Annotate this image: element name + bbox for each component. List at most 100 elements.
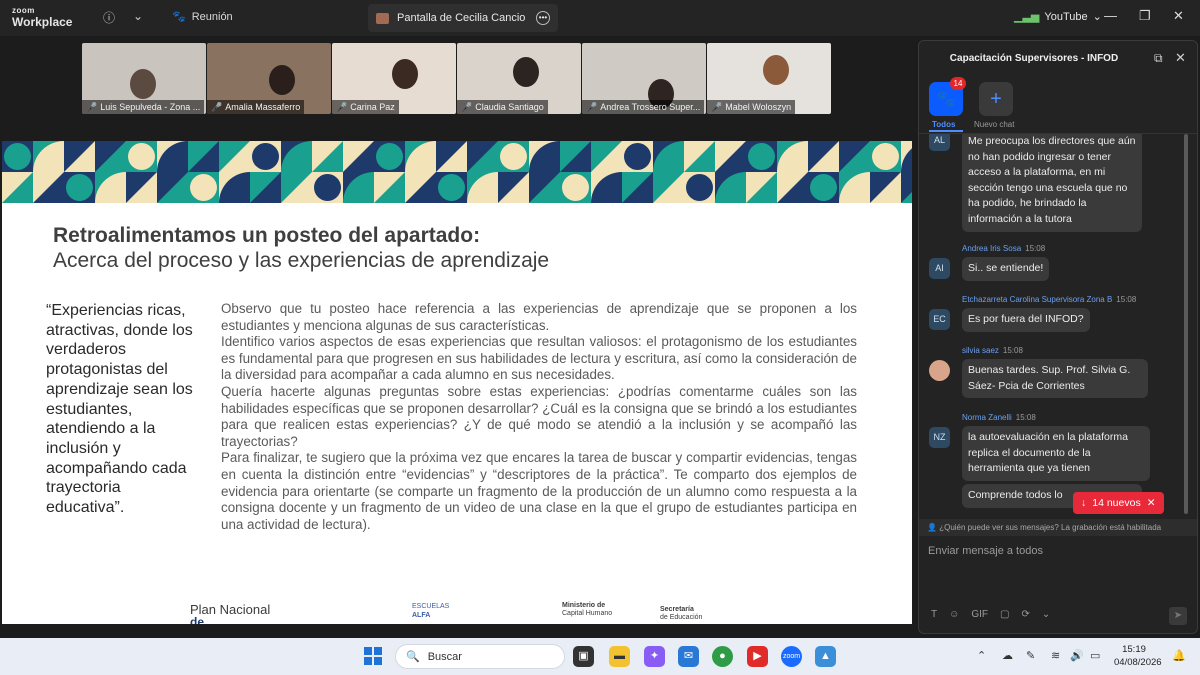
message-text: Es por fuera del INFOD? [962,308,1090,332]
copilot-icon[interactable]: ✦ [644,646,665,667]
share-label: Pantalla de Cecilia Cancio [397,12,526,24]
new-chat-label: Nuevo chat [974,120,1015,129]
more-options-icon[interactable]: ••• [536,11,550,25]
pen-icon[interactable]: ✎ [1026,649,1035,662]
slide-footer-logos: Plan Nacional de Alfabetización ESCUELAS… [190,599,790,624]
muted-mic-icon: 🎤 [336,102,348,112]
speaker-icon[interactable]: 🔊 [1070,649,1084,662]
slide-paragraph: Identifico varios aspectos de esas exper… [221,334,857,383]
title-bar: zoom Workplace ⓘ ⌄ 🐾 Reunión Pantalla de… [0,0,1200,36]
timestamp: 15:08 [1116,295,1137,304]
chevron-up-icon[interactable]: ⌃ [977,649,986,662]
slide-paragraph: Quería hacerte algunas preguntas sobre e… [221,383,857,449]
plus-icon: + [990,87,1002,110]
new-messages-button[interactable]: ↓ 14 nuevos ✕ [1073,492,1164,514]
restore-icon[interactable]: ❐ [1139,8,1151,24]
timestamp: 15:08 [1015,413,1036,422]
avatar: EC [929,309,950,330]
plan-nacional-logo: Plan Nacional de Alfabetización [190,602,271,624]
close-icon[interactable]: ✕ [1173,8,1184,24]
file-icon[interactable]: ▢ [1000,609,1009,620]
muted-mic-icon: 🎤 [586,102,598,112]
chevron-down-icon: ⌄ [1092,11,1102,23]
chat-scrollbar[interactable] [1184,134,1188,514]
cloud-icon[interactable]: ☁ [1002,649,1013,662]
system-clock[interactable]: 15:19 04/08/2026 [1114,643,1162,669]
participant-name: Carina Paz [350,102,395,112]
chat-panel: Capacitación Supervisores - INFOD ⧉ ✕ 🐾 … [918,40,1198,634]
screenshot-icon[interactable]: ⟳ [1021,609,1029,620]
format-text-icon[interactable]: T [931,609,937,620]
message-text: Si.. se entiende! [962,257,1050,281]
screen-share-tab[interactable]: Pantalla de Cecilia Cancio ••• [368,4,558,32]
arrow-down-icon: ↓ [1081,497,1087,509]
privacy-notice[interactable]: 👤 ¿Quién puede ver sus mensajes? La grab… [919,519,1197,536]
muted-mic-icon: 🎤 [461,102,473,112]
message-text: la autoevaluación en la plataforma repli… [962,426,1150,481]
chat-message-input[interactable] [928,545,1183,557]
slide-quote: “Experiencias ricas, atractivas, donde l… [46,302,193,517]
youtube-icon[interactable]: ▶ [747,646,768,667]
participants-strip: 🎤 Luis Sepulveda - Zona ... 🎤 Amalia Massa… [82,43,832,114]
participant-name: Mabel Woloszyn [725,102,792,112]
chrome-icon[interactable]: ● [712,646,733,667]
file-explorer-icon[interactable]: ▬ [609,646,630,667]
sender-name: Andrea Iris Sosa [962,244,1022,253]
battery-icon[interactable]: ▭ [1090,649,1100,662]
youtube-live-button[interactable]: ▁▃▅ YouTube ⌄ [1014,10,1102,24]
pop-out-icon[interactable]: ⧉ [1154,51,1163,66]
decorative-pattern-band [2,141,912,203]
participant-tile[interactable]: 🎤 Carina Paz [332,43,456,114]
escuelas-alfa-logo: ESCUELAS ALFA [412,603,450,619]
person-icon: 👤 [927,523,937,532]
muted-mic-icon: 🎤 [211,102,223,112]
participant-tile[interactable]: 🎤 Claudia Santiago [457,43,581,114]
new-chat-button[interactable]: + [979,82,1013,116]
secretaria-logo: Secretaría de Educación [660,606,703,621]
task-view-icon[interactable]: ▣ [573,646,594,667]
gif-icon[interactable]: GIF [971,609,988,620]
shared-slide: Retroalimentamos un posteo del apartado:… [2,141,912,624]
message-list[interactable]: AL Me preocupa los directores que aún no… [919,134,1191,519]
emoji-icon[interactable]: ☺ [949,609,959,620]
windows-start-icon[interactable] [364,647,382,665]
outlook-icon[interactable]: ✉ [678,646,699,667]
sender-name: silvia saez [962,346,999,355]
more-chevron-icon[interactable]: ⌄ [1042,609,1050,620]
search-label: Buscar [427,650,462,663]
wifi-icon[interactable]: ≋ [1051,649,1060,662]
minimize-icon[interactable]: — [1104,8,1117,23]
avatar [929,360,950,381]
avatar: AL [929,134,950,151]
clock-date: 04/08/2026 [1114,657,1162,668]
meeting-button[interactable]: 🐾 Reunión [172,10,233,24]
avatar: AI [929,258,950,279]
signal-icon: ▁▃▅ [1014,11,1040,23]
slide-subtitle: Acerca del proceso y las experiencias de… [53,249,550,272]
meeting-label: Reunión [191,10,233,23]
participant-tile[interactable]: 🎤 Amalia Massaferro [207,43,331,114]
photos-icon[interactable]: ▲ [815,646,836,667]
chat-toolbar: T ☺ GIF ▢ ⟳ ⌄ [931,609,1050,620]
participant-tile[interactable]: 🎤 Luis Sepulveda - Zona ... [82,43,206,114]
participant-tile[interactable]: 🎤 Mabel Woloszyn [707,43,831,114]
sender-name: Norma Zanelli [962,413,1012,422]
participant-tile[interactable]: 🎤 Andrea Trossero Super... [582,43,706,114]
info-icon[interactable]: ⓘ [103,9,115,26]
close-icon[interactable]: ✕ [1147,497,1156,509]
participant-name: Claudia Santiago [475,102,544,112]
close-icon[interactable]: ✕ [1175,50,1186,66]
chevron-down-icon[interactable]: ⌄ [133,9,143,23]
muted-mic-icon: 🎤 [86,102,98,112]
search-icon: 🔍 [406,651,420,663]
presenter-thumbnail [376,12,389,24]
muted-mic-icon: 🎤 [711,102,723,112]
new-messages-label: 14 nuevos [1092,497,1141,509]
send-icon[interactable]: ➤ [1169,607,1187,625]
notification-bell-icon[interactable]: 🔔 [1172,649,1186,662]
avatar: NZ [929,427,950,448]
sender-name: Etchazarreta Carolina Supervisora Zona B [962,295,1113,304]
timestamp: 15:08 [1002,346,1023,355]
taskbar-search[interactable]: 🔍 Buscar [395,644,565,669]
zoom-icon[interactable]: zoom [781,646,802,667]
